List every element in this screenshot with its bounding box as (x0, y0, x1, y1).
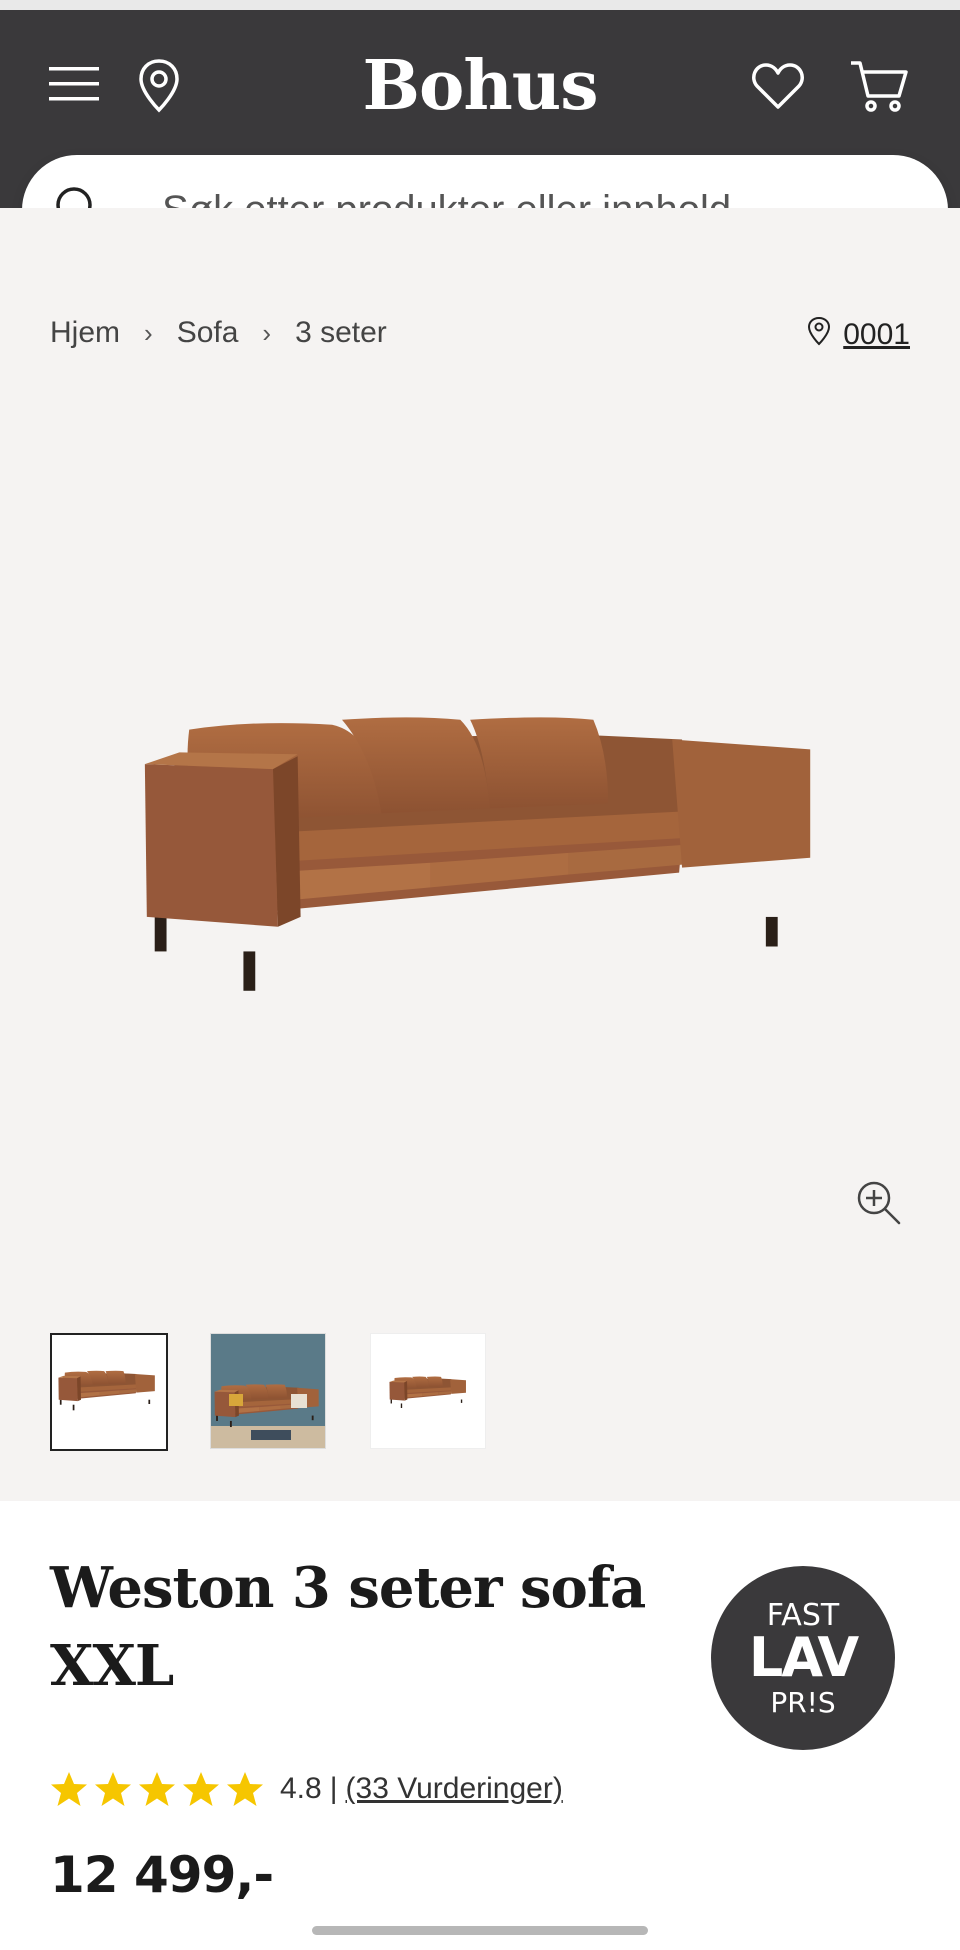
product-price: 12 499,- (50, 1846, 274, 1904)
star-icon (95, 1772, 131, 1806)
fast-lav-pris-badge: FAST LAV PR!S (711, 1566, 895, 1750)
product-rating: 4.8 | (33 Vurderinger) (50, 1771, 563, 1807)
star-icon (227, 1772, 263, 1806)
breadcrumb-3-seter[interactable]: 3 seter (295, 316, 387, 350)
cart-icon[interactable] (848, 56, 910, 116)
reviews-link[interactable]: (33 Vurderinger) (346, 1772, 563, 1806)
thumbnail-1[interactable] (50, 1333, 168, 1451)
product-title-line2: XXL (50, 1633, 174, 1699)
rating-separator: | (329, 1772, 338, 1805)
product-main-image[interactable] (135, 695, 825, 991)
home-indicator[interactable] (312, 1926, 648, 1935)
badge-line2: LAV (748, 1626, 859, 1689)
product-title: Weston 3 seter sofa XXL (50, 1549, 650, 1705)
menu-icon[interactable] (48, 58, 100, 110)
chevron-right-icon: › (144, 317, 153, 348)
product-gallery: Hjem › Sofa › 3 seter 0001 (0, 208, 960, 1501)
thumbnail-2[interactable] (210, 1333, 326, 1449)
heart-icon[interactable] (750, 58, 806, 114)
product-info: Weston 3 seter sofa XXL FAST LAV PR!S 4.… (0, 1501, 960, 1950)
star-icon (51, 1772, 87, 1806)
star-icon (139, 1772, 175, 1806)
badge-line3: PR!S (770, 1686, 836, 1719)
location-pin-icon[interactable] (134, 56, 184, 116)
product-title-line1: Weston 3 seter sofa (50, 1555, 646, 1621)
location-pin-icon (807, 316, 831, 354)
bohus-logo[interactable]: Bohus (330, 46, 630, 126)
star-icon (183, 1772, 219, 1806)
store-number[interactable]: 0001 (843, 318, 910, 352)
chevron-right-icon: › (262, 317, 272, 348)
thumbnail-3[interactable] (370, 1333, 486, 1449)
zoom-in-icon[interactable] (856, 1180, 902, 1231)
breadcrumb: Hjem › Sofa › 3 seter (50, 316, 387, 350)
breadcrumb-sofa[interactable]: Sofa (177, 316, 239, 350)
rating-value: 4.8 (280, 1772, 322, 1805)
status-strip (0, 0, 960, 10)
breadcrumb-home[interactable]: Hjem (50, 316, 120, 350)
rating-stars (50, 1771, 264, 1807)
store-selector[interactable]: 0001 (807, 316, 910, 354)
